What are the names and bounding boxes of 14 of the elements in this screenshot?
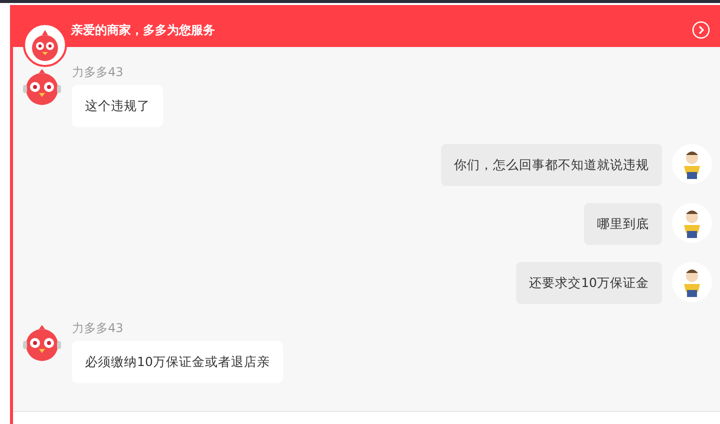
message-bubble: 必须缴纳10万保证金或者退店亲 [72,341,283,383]
message-bubble: 还要求交10万保证金 [516,262,662,304]
user-avatar [672,262,712,302]
user-avatar [672,203,712,243]
message-bubble: 这个违规了 [72,85,163,127]
user-avatar [672,144,712,184]
message-bubble: 哪里到底 [584,203,662,245]
sender-name: 力多多43 [72,321,124,335]
chevron-right-circle-icon[interactable] [692,21,710,39]
header-title: 亲爱的商家，多多为您服务 [71,22,215,39]
agent-avatar [22,67,62,107]
agent-avatar [22,323,62,363]
message-bubble: 你们，怎么回事都不知道就说违规 [441,144,662,186]
sender-name: 力多多43 [72,65,124,79]
